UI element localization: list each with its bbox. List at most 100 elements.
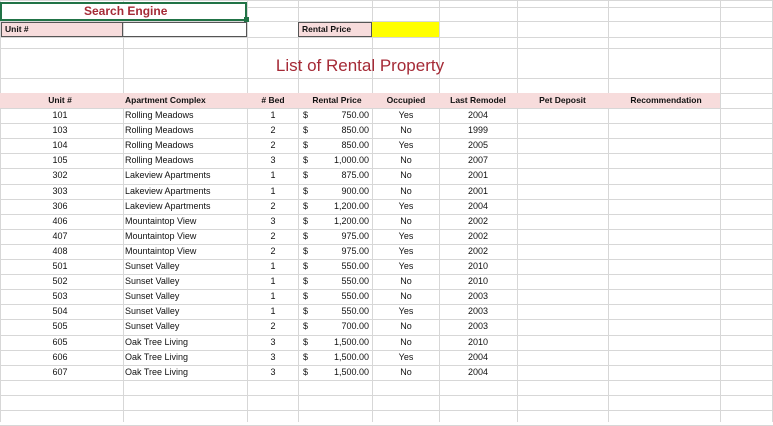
price-cell[interactable]: 1,500.00 xyxy=(315,335,369,350)
complex-cell[interactable]: Oak Tree Living xyxy=(125,365,250,380)
price-cell[interactable]: 1,200.00 xyxy=(315,214,369,229)
bed-cell[interactable]: 2 xyxy=(258,229,288,244)
price-cell[interactable]: 975.00 xyxy=(315,229,369,244)
complex-cell[interactable]: Lakeview Apartments xyxy=(125,199,250,214)
unit-cell[interactable]: 501 xyxy=(20,259,100,274)
complex-cell[interactable]: Mountaintop View xyxy=(125,244,250,259)
complex-cell[interactable]: Sunset Valley xyxy=(125,304,250,319)
complex-cell[interactable]: Lakeview Apartments xyxy=(125,168,250,183)
unit-cell[interactable]: 104 xyxy=(20,138,100,153)
price-cell[interactable]: 550.00 xyxy=(315,304,369,319)
column-header[interactable]: Pet Deposit xyxy=(520,93,605,108)
bed-cell[interactable]: 3 xyxy=(258,350,288,365)
remodel-cell[interactable]: 2004 xyxy=(443,350,513,365)
price-cell[interactable]: 550.00 xyxy=(315,259,369,274)
complex-cell[interactable]: Rolling Meadows xyxy=(125,123,250,138)
bed-cell[interactable]: 1 xyxy=(258,274,288,289)
occupied-cell[interactable]: Yes xyxy=(378,350,434,365)
bed-cell[interactable]: 3 xyxy=(258,365,288,380)
unit-cell[interactable]: 306 xyxy=(20,199,100,214)
bed-cell[interactable]: 3 xyxy=(258,153,288,168)
occupied-cell[interactable]: No xyxy=(378,289,434,304)
column-header[interactable]: Recommendation xyxy=(612,93,720,108)
unit-cell[interactable]: 504 xyxy=(20,304,100,319)
bed-cell[interactable]: 2 xyxy=(258,199,288,214)
complex-cell[interactable]: Rolling Meadows xyxy=(125,108,250,123)
unit-cell[interactable]: 607 xyxy=(20,365,100,380)
unit-cell[interactable]: 103 xyxy=(20,123,100,138)
bed-cell[interactable]: 2 xyxy=(258,244,288,259)
unit-cell[interactable]: 502 xyxy=(20,274,100,289)
remodel-cell[interactable]: 2002 xyxy=(443,229,513,244)
spreadsheet-grid[interactable]: Search Engine Unit # Rental Price List o… xyxy=(0,0,773,426)
column-header[interactable]: # Bed xyxy=(258,93,288,108)
occupied-cell[interactable]: Yes xyxy=(378,108,434,123)
rental-price-label-cell[interactable]: Rental Price xyxy=(298,22,372,37)
unit-cell[interactable]: 408 xyxy=(20,244,100,259)
complex-cell[interactable]: Sunset Valley xyxy=(125,274,250,289)
occupied-cell[interactable]: Yes xyxy=(378,259,434,274)
occupied-cell[interactable]: Yes xyxy=(378,244,434,259)
occupied-cell[interactable]: Yes xyxy=(378,199,434,214)
remodel-cell[interactable]: 2005 xyxy=(443,138,513,153)
unit-cell[interactable]: 503 xyxy=(20,289,100,304)
bed-cell[interactable]: 1 xyxy=(258,168,288,183)
unit-cell[interactable]: 101 xyxy=(20,108,100,123)
complex-cell[interactable]: Sunset Valley xyxy=(125,289,250,304)
bed-cell[interactable]: 2 xyxy=(258,138,288,153)
occupied-cell[interactable]: No xyxy=(378,335,434,350)
column-header[interactable]: Unit # xyxy=(20,93,100,108)
price-cell[interactable]: 1,500.00 xyxy=(315,365,369,380)
price-cell[interactable]: 850.00 xyxy=(315,138,369,153)
price-cell[interactable]: 1,500.00 xyxy=(315,350,369,365)
price-cell[interactable]: 1,000.00 xyxy=(315,153,369,168)
remodel-cell[interactable]: 2001 xyxy=(443,168,513,183)
remodel-cell[interactable]: 2004 xyxy=(443,199,513,214)
complex-cell[interactable]: Sunset Valley xyxy=(125,319,250,334)
unit-cell[interactable]: 303 xyxy=(20,184,100,199)
occupied-cell[interactable]: No xyxy=(378,274,434,289)
column-header[interactable]: Last Remodel xyxy=(443,93,513,108)
unit-cell[interactable]: 105 xyxy=(20,153,100,168)
price-cell[interactable]: 750.00 xyxy=(315,108,369,123)
bed-cell[interactable]: 1 xyxy=(258,289,288,304)
remodel-cell[interactable]: 2003 xyxy=(443,289,513,304)
complex-cell[interactable]: Sunset Valley xyxy=(125,259,250,274)
remodel-cell[interactable]: 2001 xyxy=(443,184,513,199)
price-cell[interactable]: 900.00 xyxy=(315,184,369,199)
unit-label-cell[interactable]: Unit # xyxy=(1,22,123,37)
bed-cell[interactable]: 2 xyxy=(258,123,288,138)
complex-cell[interactable]: Mountaintop View xyxy=(125,214,250,229)
remodel-cell[interactable]: 2010 xyxy=(443,259,513,274)
unit-cell[interactable]: 302 xyxy=(20,168,100,183)
price-cell[interactable]: 975.00 xyxy=(315,244,369,259)
unit-cell[interactable]: 406 xyxy=(20,214,100,229)
bed-cell[interactable]: 1 xyxy=(258,108,288,123)
occupied-cell[interactable]: No xyxy=(378,365,434,380)
occupied-cell[interactable]: No xyxy=(378,319,434,334)
occupied-cell[interactable]: Yes xyxy=(378,304,434,319)
occupied-cell[interactable]: No xyxy=(378,168,434,183)
remodel-cell[interactable]: 2003 xyxy=(443,304,513,319)
remodel-cell[interactable]: 2010 xyxy=(443,274,513,289)
unit-cell[interactable]: 606 xyxy=(20,350,100,365)
unit-cell[interactable]: 605 xyxy=(20,335,100,350)
column-header[interactable]: Apartment Complex xyxy=(125,93,250,108)
remodel-cell[interactable]: 2002 xyxy=(443,214,513,229)
complex-cell[interactable]: Mountaintop View xyxy=(125,229,250,244)
price-cell[interactable]: 875.00 xyxy=(315,168,369,183)
occupied-cell[interactable]: Yes xyxy=(378,138,434,153)
price-cell[interactable]: 850.00 xyxy=(315,123,369,138)
price-cell[interactable]: 550.00 xyxy=(315,289,369,304)
unit-cell[interactable]: 505 xyxy=(20,319,100,334)
occupied-cell[interactable]: No xyxy=(378,184,434,199)
bed-cell[interactable]: 1 xyxy=(258,259,288,274)
remodel-cell[interactable]: 2007 xyxy=(443,153,513,168)
remodel-cell[interactable]: 2010 xyxy=(443,335,513,350)
rental-price-input-cell[interactable] xyxy=(372,22,439,37)
complex-cell[interactable]: Rolling Meadows xyxy=(125,153,250,168)
remodel-cell[interactable]: 1999 xyxy=(443,123,513,138)
column-header[interactable]: Occupied xyxy=(378,93,434,108)
occupied-cell[interactable]: No xyxy=(378,123,434,138)
remodel-cell[interactable]: 2004 xyxy=(443,108,513,123)
